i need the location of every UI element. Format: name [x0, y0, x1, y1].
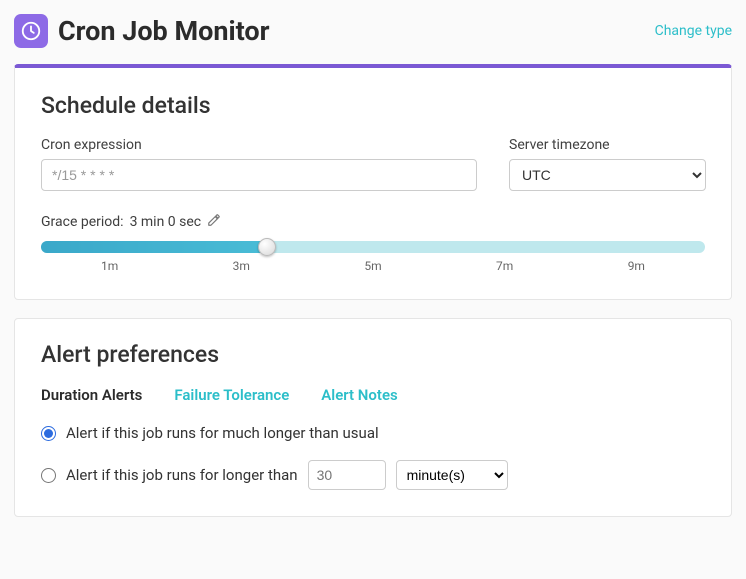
alert-option-fixed: Alert if this job runs for longer than m… [41, 460, 705, 490]
header-left: Cron Job Monitor [14, 14, 270, 48]
alert-option-auto[interactable]: Alert if this job runs for much longer t… [41, 424, 705, 442]
timezone-label: Server timezone [509, 137, 706, 153]
cron-input[interactable] [41, 159, 477, 191]
grace-period-label-row: Grace period: 3 min 0 sec [41, 213, 705, 231]
timezone-field: Server timezone UTC [509, 137, 706, 191]
tab-duration-alerts[interactable]: Duration Alerts [41, 386, 142, 404]
change-type-link[interactable]: Change type [655, 23, 732, 39]
alerts-title: Alert preferences [41, 341, 705, 368]
clock-icon [14, 14, 48, 48]
alert-auto-radio[interactable] [41, 426, 56, 441]
cron-field: Cron expression [41, 137, 477, 191]
page-title: Cron Job Monitor [58, 15, 270, 47]
alert-auto-label: Alert if this job runs for much longer t… [66, 424, 379, 442]
header-row: Cron Job Monitor Change type [14, 14, 732, 48]
tab-alert-notes[interactable]: Alert Notes [321, 386, 397, 404]
cron-label: Cron expression [41, 137, 477, 153]
alert-fixed-value-input[interactable] [308, 460, 386, 490]
slider-tick: 1m [101, 259, 118, 273]
alert-fixed-radio[interactable] [41, 468, 56, 483]
slider-tick: 9m [628, 259, 645, 273]
slider-tick: 7m [496, 259, 513, 273]
schedule-title: Schedule details [41, 92, 705, 119]
alerts-tabs: Duration Alerts Failure Tolerance Alert … [41, 386, 705, 404]
grace-period-label: Grace period: [41, 214, 124, 230]
alert-fixed-unit-select[interactable]: minute(s) [396, 460, 508, 490]
tab-failure-tolerance[interactable]: Failure Tolerance [174, 386, 289, 404]
slider-tick: 3m [233, 259, 250, 273]
grace-period-value: 3 min 0 sec [130, 214, 202, 230]
grace-period-slider[interactable]: 1m 3m 5m 7m 9m [41, 241, 705, 273]
alerts-card: Alert preferences Duration Alerts Failur… [14, 318, 732, 517]
edit-icon[interactable] [207, 213, 221, 231]
slider-fill [41, 241, 267, 253]
schedule-fields-row: Cron expression Server timezone UTC [41, 137, 705, 191]
timezone-select[interactable]: UTC [509, 159, 706, 191]
schedule-card: Schedule details Cron expression Server … [14, 64, 732, 300]
slider-tick: 5m [364, 259, 381, 273]
slider-track[interactable] [41, 241, 705, 253]
slider-thumb[interactable] [258, 238, 276, 256]
slider-tick-labels: 1m 3m 5m 7m 9m [41, 259, 705, 273]
alert-fixed-label: Alert if this job runs for longer than [66, 466, 298, 484]
